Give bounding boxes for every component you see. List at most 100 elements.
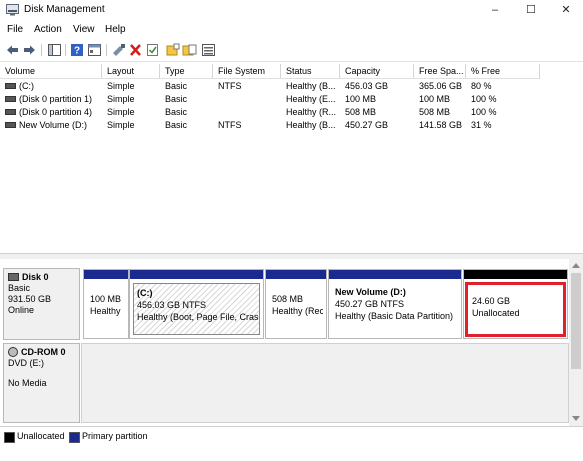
capacity-cell: 450.27 GB [345, 120, 389, 130]
status-cell: Healthy (B... [286, 81, 336, 91]
window-title: Disk Management [24, 4, 105, 15]
volume-list: Volume Layout Type File System Status Ca… [0, 62, 583, 252]
column-header-capacity[interactable]: Capacity [340, 64, 414, 78]
partition-recovery[interactable]: 508 MB Healthy (Rec [265, 269, 327, 339]
vertical-scrollbar[interactable] [569, 259, 583, 426]
primary-partition-bar [266, 270, 326, 279]
column-header-volume[interactable]: Volume [0, 64, 102, 78]
scroll-down-icon[interactable] [572, 416, 580, 421]
svg-text:?: ? [74, 46, 80, 57]
free-space-cell: 508 MB [419, 107, 451, 117]
partition-size: 100 MB [90, 294, 122, 304]
partition-status: Healthy (Boot, Page File, Crash [137, 312, 260, 322]
delete-icon[interactable] [128, 43, 143, 57]
scroll-up-icon[interactable] [572, 263, 580, 268]
capacity-cell: 456.03 GB [345, 81, 389, 91]
forward-arrow-icon[interactable] [22, 43, 37, 57]
volume-icon [5, 82, 16, 89]
column-header-status[interactable]: Status [281, 64, 340, 78]
percent-free-cell: 31 % [471, 120, 492, 130]
percent-free-cell: 80 % [471, 81, 492, 91]
close-button[interactable]: ✕ [549, 0, 583, 21]
connect-icon[interactable] [111, 43, 126, 57]
folder-check-icon[interactable] [182, 43, 197, 57]
cdrom-state: No Media [8, 378, 47, 388]
table-row[interactable]: (Disk 0 partition 1) Simple Basic Health… [0, 93, 540, 106]
partition-size: 456.03 GB NTFS [137, 300, 207, 310]
unallocated-bar [464, 270, 567, 279]
new-folder-icon[interactable] [165, 43, 180, 57]
minimize-button[interactable]: – [478, 0, 512, 21]
percent-free-cell: 100 % [471, 94, 497, 104]
capacity-cell: 508 MB [345, 107, 377, 117]
partition-c[interactable]: (C:) 456.03 GB NTFS Healthy (Boot, Page … [129, 269, 264, 339]
volume-name-cell: (Disk 0 partition 4) [5, 106, 102, 119]
menu-view[interactable]: View [73, 24, 95, 35]
scrollbar-thumb[interactable] [571, 273, 581, 369]
volume-name: (Disk 0 partition 4) [19, 107, 93, 117]
cdrom-icon [8, 346, 18, 357]
partition-size: 508 MB [272, 294, 304, 304]
column-header-type[interactable]: Type [160, 64, 213, 78]
cdrom-0-label[interactable]: CD-ROM 0 DVD (E:) No Media [3, 343, 80, 423]
partition-d[interactable]: New Volume (D:) 450.27 GB NTFS Healthy (… [328, 269, 462, 339]
layout-cell: Simple [107, 120, 135, 130]
unallocated-highlight: 24.60 GB Unallocated [465, 282, 566, 337]
console-tree-icon[interactable] [47, 43, 62, 57]
status-cell: Healthy (B... [286, 120, 336, 130]
free-space-cell: 141.58 GB [419, 120, 463, 130]
partition-efi[interactable]: 100 MB Healthy [83, 269, 129, 339]
cdrom-media-area [81, 343, 569, 423]
primary-partition-bar [84, 270, 128, 279]
partition-size: 450.27 GB NTFS [335, 299, 405, 309]
list-view-icon[interactable] [201, 43, 216, 57]
column-header-free-space[interactable]: Free Spa... [414, 64, 466, 78]
volume-icon [5, 108, 16, 115]
menu-help[interactable]: Help [105, 24, 126, 35]
partition-size: 24.60 GB [472, 296, 511, 306]
help-icon[interactable]: ? [70, 43, 85, 57]
file-system-cell: NTFS [218, 81, 242, 91]
file-system-cell: NTFS [218, 120, 242, 130]
volume-name: (C:) [19, 81, 34, 91]
volume-icon [5, 95, 16, 102]
toolbar: ? [0, 39, 583, 62]
maximize-button[interactable]: ☐ [514, 0, 548, 21]
partition-status: Healthy (Rec [272, 306, 323, 316]
table-row[interactable]: New Volume (D:) Simple Basic NTFS Health… [0, 119, 540, 132]
column-header-file-system[interactable]: File System [213, 64, 281, 78]
partition-body: 100 MB Healthy [87, 283, 125, 335]
table-row[interactable]: (Disk 0 partition 4) Simple Basic Health… [0, 106, 540, 119]
partition-status: Healthy (Basic Data Partition) [335, 311, 454, 321]
unallocated-space[interactable]: 24.60 GB Unallocated [463, 269, 568, 339]
partition-status: Healthy [90, 306, 121, 316]
volume-icon [5, 121, 16, 128]
layout-cell: Simple [107, 81, 135, 91]
legend-primary-partition: Primary partition [82, 431, 148, 441]
volume-name-cell: New Volume (D:) [5, 119, 102, 132]
partition-body: 508 MB Healthy (Rec [269, 283, 323, 335]
check-icon[interactable] [145, 43, 160, 57]
disk-icon [8, 272, 19, 281]
percent-free-cell: 100 % [471, 107, 497, 117]
cdrom-name: CD-ROM 0 [21, 347, 66, 357]
volume-name: (Disk 0 partition 1) [19, 94, 93, 104]
partition-body: New Volume (D:) 450.27 GB NTFS Healthy (… [332, 283, 458, 335]
column-header-percent-free[interactable]: % Free [466, 64, 540, 78]
disk-type: Basic [8, 283, 31, 293]
properties-icon[interactable] [87, 43, 102, 57]
legend-unallocated: Unallocated [17, 431, 65, 441]
partition-title: (C:) [137, 288, 153, 298]
status-cell: Healthy (E... [286, 94, 336, 104]
table-row[interactable]: (C:) Simple Basic NTFS Healthy (B... 456… [0, 80, 540, 93]
menu-file[interactable]: File [7, 24, 23, 35]
disk-0-label[interactable]: Disk 0 Basic 931.50 GB Online [3, 268, 80, 340]
disk-state: Online [8, 305, 35, 315]
menu-action[interactable]: Action [34, 24, 62, 35]
layout-cell: Simple [107, 94, 135, 104]
title-bar: Disk Management – ☐ ✕ [0, 0, 583, 21]
back-arrow-icon[interactable] [5, 43, 20, 57]
column-header-layout[interactable]: Layout [102, 64, 160, 78]
partition-body: (C:) 456.03 GB NTFS Healthy (Boot, Page … [133, 283, 260, 335]
partition-title: New Volume (D:) [335, 287, 406, 297]
